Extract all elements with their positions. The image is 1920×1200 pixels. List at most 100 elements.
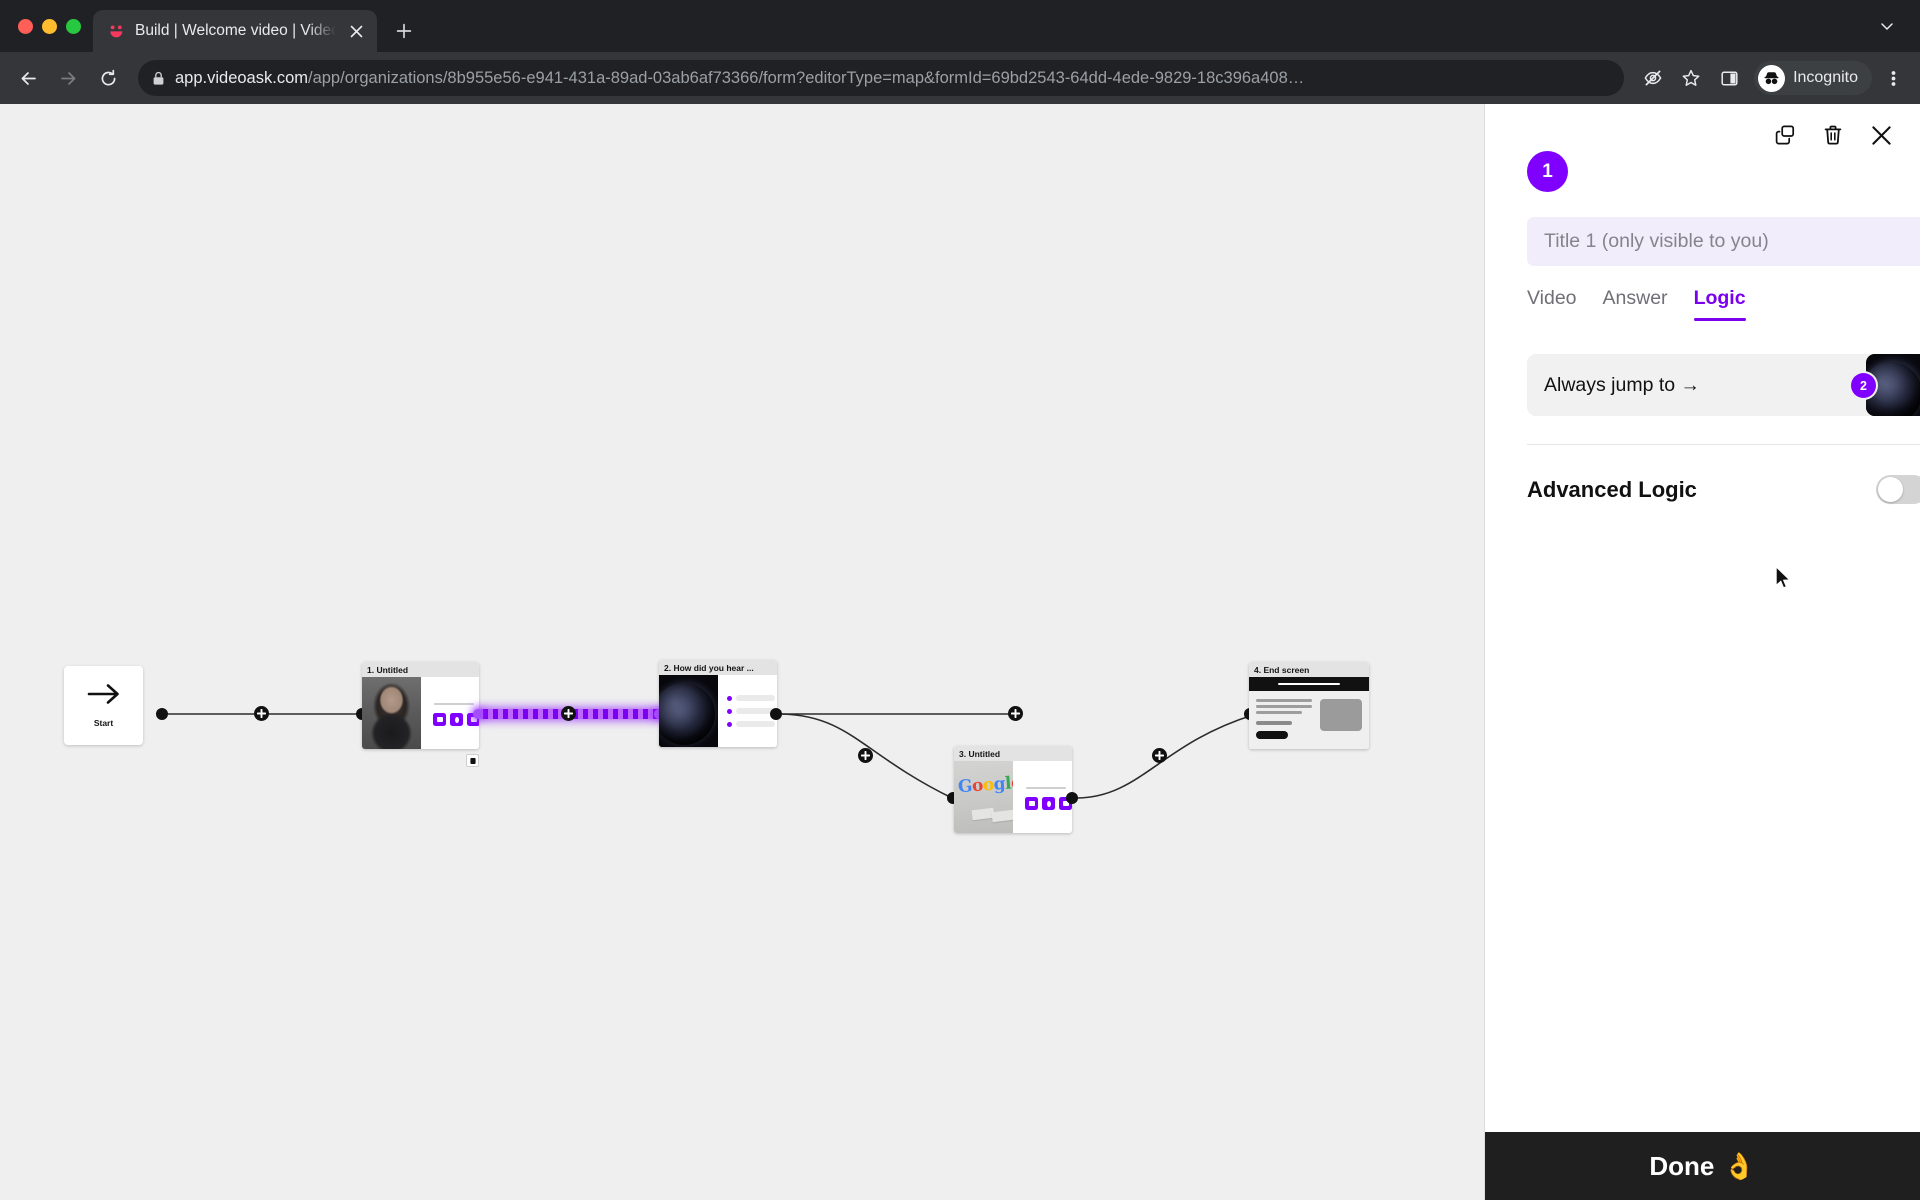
incognito-avatar-icon xyxy=(1758,64,1786,92)
trash-icon[interactable] xyxy=(1820,122,1846,148)
lock-icon xyxy=(152,71,165,86)
window-maximize-button[interactable] xyxy=(66,18,81,34)
new-tab-button[interactable] xyxy=(387,14,421,48)
node-4-title: 4. End screen xyxy=(1249,662,1369,677)
active-edge-start-cap xyxy=(473,709,483,719)
space-planet-thumbnail xyxy=(659,675,718,747)
node-4[interactable]: 4. End screen xyxy=(1249,662,1369,749)
add-step-button-3[interactable] xyxy=(1008,706,1023,721)
audio-answer-icon[interactable] xyxy=(450,713,463,726)
edge-dot xyxy=(770,708,782,720)
videoask-smiley-icon xyxy=(107,22,126,41)
flow-canvas[interactable]: Start 1. Untitled 2. How did you hear ..… xyxy=(0,104,1485,1200)
choice-option xyxy=(727,695,775,701)
add-step-button-5[interactable] xyxy=(1152,748,1167,763)
step-title-input[interactable]: Title 1 (only visible to you) xyxy=(1527,217,1920,266)
browser-window: Build | Welcome video | VideoAsk xyxy=(0,0,1920,1200)
choice-option xyxy=(727,721,775,727)
node-1-body xyxy=(362,677,479,749)
audio-answer-icon[interactable] xyxy=(1042,797,1055,810)
address-bar[interactable]: app.videoask.com/app/organizations/8b955… xyxy=(138,60,1625,96)
start-node-label: Start xyxy=(93,718,114,728)
node-2[interactable]: 2. How did you hear ... xyxy=(659,660,777,747)
node-1-card[interactable]: 1. Untitled xyxy=(362,662,479,749)
always-jump-to-label: Always jump to → xyxy=(1544,373,1701,396)
browser-tab[interactable]: Build | Welcome video | VideoAsk xyxy=(93,10,377,52)
edge-dot xyxy=(156,708,168,720)
star-icon[interactable] xyxy=(1674,61,1708,95)
side-panel-icon[interactable] xyxy=(1712,61,1746,95)
node-1-attachment-icon[interactable] xyxy=(466,754,479,767)
tab-video[interactable]: Video xyxy=(1527,287,1577,321)
placeholder-bar xyxy=(1026,787,1066,789)
add-step-button-2[interactable] xyxy=(561,706,576,721)
back-icon[interactable] xyxy=(10,60,46,96)
three-dot-menu-icon[interactable] xyxy=(1876,61,1910,95)
node-2-pane xyxy=(718,675,777,747)
advanced-logic-label: Advanced Logic xyxy=(1527,476,1697,502)
node-start[interactable]: Start xyxy=(64,666,143,745)
tab-logic[interactable]: Logic xyxy=(1693,287,1746,321)
tab-answer[interactable]: Answer xyxy=(1603,287,1668,321)
tab-close-icon[interactable] xyxy=(345,20,367,42)
done-button[interactable]: Done 👌 xyxy=(1649,1151,1755,1182)
end-screen-cta-button xyxy=(1256,731,1288,739)
window-close-button[interactable] xyxy=(18,18,33,34)
edge-dot xyxy=(1066,792,1078,804)
node-3-title: 3. Untitled xyxy=(954,746,1072,761)
panel-tabs: Video Answer Logic xyxy=(1527,287,1888,321)
flow-graph: Start 1. Untitled 2. How did you hear ..… xyxy=(0,104,1485,1200)
tab-strip: Build | Welcome video | VideoAsk xyxy=(0,0,1920,52)
flow-edges xyxy=(168,713,1254,799)
node-3-card[interactable]: 3. Untitled Google xyxy=(954,746,1072,833)
end-screen-text-lines xyxy=(1256,699,1312,741)
placeholder-bar xyxy=(434,703,474,705)
eye-off-icon[interactable] xyxy=(1636,61,1670,95)
node-4-card[interactable]: 4. End screen xyxy=(1249,662,1369,749)
node-1-title: 1. Untitled xyxy=(362,662,479,677)
panel-content: 1 Title 1 (only visible to you) Video An… xyxy=(1485,104,1920,1132)
choice-option xyxy=(727,708,775,714)
address-bar-url: app.videoask.com/app/organizations/8b955… xyxy=(175,69,1610,88)
woman-video-thumbnail xyxy=(362,677,421,749)
advanced-logic-toggle[interactable] xyxy=(1876,475,1920,504)
video-answer-icon[interactable] xyxy=(433,713,446,726)
node-2-title: 2. How did you hear ... xyxy=(659,660,777,675)
node-2-body xyxy=(659,675,777,747)
end-screen-media-block xyxy=(1320,699,1362,731)
step-settings-panel: 1 Title 1 (only visible to you) Video An… xyxy=(1485,104,1920,1200)
node-2-card[interactable]: 2. How did you hear ... xyxy=(659,660,777,747)
start-node-card[interactable]: Start xyxy=(64,666,143,745)
node-1-pane xyxy=(421,677,479,749)
ok-hand-emoji: 👌 xyxy=(1723,1150,1756,1181)
done-button-label: Done xyxy=(1649,1150,1715,1181)
url-path: /app/organizations/8b955e56-e941-431a-89… xyxy=(308,68,1305,87)
end-screen-video-bar xyxy=(1249,677,1369,691)
node-3-pane xyxy=(1013,761,1072,833)
node-1[interactable]: 1. Untitled xyxy=(362,662,479,767)
video-answer-icon[interactable] xyxy=(1025,797,1038,810)
add-step-button-4[interactable] xyxy=(858,748,873,763)
always-jump-to-row[interactable]: Always jump to → 2 xyxy=(1527,354,1920,416)
close-icon[interactable] xyxy=(1868,122,1894,148)
node-3-body: Google xyxy=(954,761,1072,833)
duplicate-icon[interactable] xyxy=(1772,122,1798,148)
answer-type-buttons[interactable] xyxy=(1025,797,1072,810)
window-minimize-button[interactable] xyxy=(42,18,57,34)
tabstrip-chevron-down-icon[interactable] xyxy=(1870,9,1904,43)
url-host: app.videoask.com xyxy=(175,68,308,87)
add-step-button-1[interactable] xyxy=(254,706,269,721)
panel-divider xyxy=(1527,444,1920,445)
node-3[interactable]: 3. Untitled Google xyxy=(954,746,1072,833)
google-logo-thumbnail: Google xyxy=(954,761,1013,833)
forward-icon[interactable] xyxy=(50,60,86,96)
panel-footer: Done 👌 xyxy=(1485,1132,1920,1200)
step-number-badge: 1 xyxy=(1527,151,1568,192)
profile-incognito-button[interactable]: Incognito xyxy=(1754,61,1872,95)
panel-action-buttons xyxy=(1772,122,1894,148)
advanced-logic-row: Advanced Logic xyxy=(1527,475,1920,504)
profile-label: Incognito xyxy=(1793,69,1858,86)
page-viewport: Start 1. Untitled 2. How did you hear ..… xyxy=(0,104,1920,1200)
reload-icon[interactable] xyxy=(90,60,126,96)
window-controls xyxy=(10,0,93,52)
